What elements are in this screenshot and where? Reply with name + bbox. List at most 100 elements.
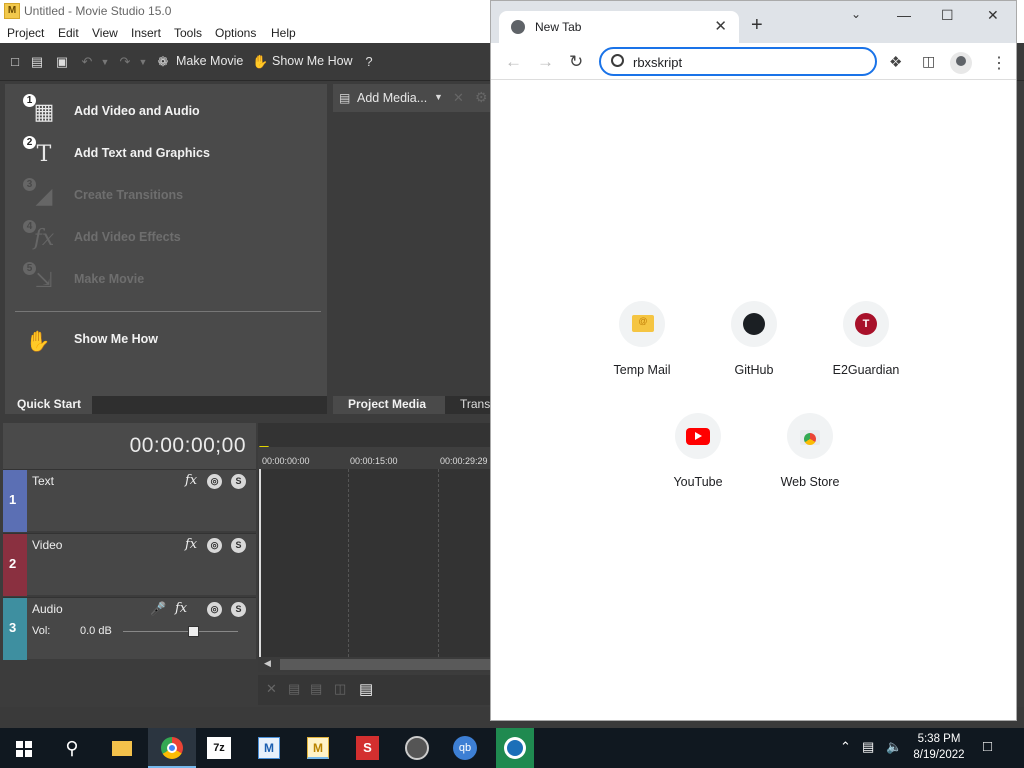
add-media-dropdown-icon[interactable]: ▼ [434,92,443,102]
close-tab-icon[interactable]: ✕ [714,17,727,35]
help-icon[interactable]: ? [362,54,376,70]
omnibox-input[interactable] [633,53,863,71]
make-movie-item[interactable]: 5 ⇲ Make Movie [23,262,323,298]
file-explorer-icon[interactable] [108,734,136,762]
tab-search-chevron-down-icon[interactable]: ⌄ [851,7,861,21]
qbittorrent-icon[interactable]: qb [453,736,477,760]
windows-start-icon[interactable] [10,734,38,762]
menu-tools[interactable]: Tools [174,26,202,40]
menu-project[interactable]: Project [7,26,44,40]
microphone-icon[interactable]: 🎤 [150,601,166,617]
maximize-icon[interactable]: ☐ [941,7,954,24]
tab-project-media[interactable]: Project Media [333,396,445,414]
redo-dropdown-icon[interactable]: ▼ [136,54,150,70]
add-media-button[interactable]: Add Media... [357,91,427,105]
extensions-puzzle-icon[interactable]: ❖ [889,53,902,71]
timeline-scrollbar[interactable]: ◀ [258,657,491,672]
menu-view[interactable]: View [92,26,118,40]
scrollbar-thumb[interactable] [280,659,491,670]
save-icon[interactable]: ▣ [55,54,69,70]
tab-quick-start[interactable]: Quick Start [5,396,92,414]
app-wave-taskbar-button[interactable] [496,728,534,768]
7zip-icon[interactable]: 7z [207,737,231,759]
chrome-window: New Tab ✕ + ⌄ — ☐ ✕ ← → ↻ ❖ ◫ ⋮ [490,0,1017,721]
volume-value: 0.0 dB [80,625,112,637]
omnibox[interactable] [599,47,877,76]
more-menu-icon[interactable]: ⋮ [991,53,1007,73]
volume-slider-track[interactable] [123,631,238,632]
new-file-icon[interactable]: □ [8,54,22,70]
menu-insert[interactable]: Insert [131,26,161,40]
track-solo-icon[interactable]: S [231,538,246,553]
movie-studio-icon[interactable]: M [307,737,329,759]
tab-new-tab[interactable]: New Tab ✕ [499,11,739,43]
profile-avatar-icon[interactable] [950,52,972,74]
add-media-icon[interactable]: ▤ [339,91,350,105]
search-icon[interactable]: ⚲ [58,734,86,762]
network-icon[interactable]: ▤ [862,739,874,755]
track-fx-icon[interactable]: fx [185,473,197,488]
make-movie-button[interactable]: Make Movie [176,54,243,68]
side-panel-icon[interactable]: ◫ [922,53,935,70]
back-arrow-icon[interactable]: ← [505,52,522,72]
trim-start-icon[interactable]: ▤ [288,681,300,697]
movie-maker-icon[interactable]: M [258,737,280,759]
track-solo-icon[interactable]: S [231,602,246,617]
track-motion-icon[interactable]: ◎ [207,474,222,489]
volume-icon[interactable]: 🔈 [886,739,902,755]
quick-start-panel: 1 ▦ Add Video and Audio 2 T Add Text and… [5,84,327,396]
minimize-icon[interactable]: — [897,7,911,23]
show-me-how-button[interactable]: Show Me How [272,54,353,68]
remove-icon[interactable]: ✕ [453,90,464,106]
clock[interactable]: 5:38 PM 8/19/2022 [909,731,969,763]
timeline-ruler[interactable]: 00:00:00:00 00:00:15:00 00:00:29:29 [258,447,491,469]
new-tab-plus-icon[interactable]: + [751,14,763,37]
split-icon[interactable]: ◫ [334,681,346,697]
track-audio[interactable]: 3 Audio 🎤 fx ◎ S Vol: 0.0 dB [3,597,256,660]
show-me-how-item[interactable]: ✋ Show Me How [23,322,323,358]
shortcut-label: YouTube [673,475,723,489]
app-pen-icon[interactable] [405,736,429,760]
make-movie-icon[interactable]: ❁ [156,54,170,70]
shortcut-github[interactable]: GitHub [709,301,799,381]
add-video-audio-item[interactable]: 1 ▦ Add Video and Audio [23,94,323,130]
envelope-icon: @ [632,315,654,332]
redo-icon[interactable]: ↷ [118,54,132,70]
undo-icon[interactable]: ↶ [80,54,94,70]
track-fx-icon[interactable]: fx [185,537,197,552]
app-s-icon[interactable]: S [356,736,379,760]
shortcut-web-store[interactable]: Web Store [765,413,855,493]
add-text-graphics-item[interactable]: 2 T Add Text and Graphics [23,136,323,172]
track-motion-icon[interactable]: ◎ [207,602,222,617]
show-me-how-hand-icon[interactable]: ✋ [252,54,268,70]
chrome-taskbar-button[interactable] [148,728,196,768]
reload-icon[interactable]: ↻ [569,52,583,72]
shortcut-youtube[interactable]: YouTube [653,413,743,493]
clock-date: 8/19/2022 [913,749,965,761]
menu-options[interactable]: Options [215,26,256,40]
notification-icon[interactable]: □ [983,738,992,755]
tab-transitions[interactable]: Transi [460,397,493,411]
track-fx-icon[interactable]: fx [175,601,187,616]
auto-ripple-icon[interactable]: ▤ [359,680,373,698]
track-solo-icon[interactable]: S [231,474,246,489]
scroll-left-icon[interactable]: ◀ [264,658,271,669]
tray-chevron-up-icon[interactable]: ⌃ [840,739,851,755]
open-folder-icon[interactable]: ▤ [30,54,44,70]
menu-edit[interactable]: Edit [58,26,79,40]
close-window-icon[interactable]: ✕ [987,7,999,24]
shortcut-temp-mail[interactable]: @ Temp Mail [597,301,687,381]
track-motion-icon[interactable]: ◎ [207,538,222,553]
shortcut-e2guardian[interactable]: T E2Guardian [821,301,911,381]
create-transitions-item[interactable]: 3 ◢ Create Transitions [23,178,323,214]
delete-icon[interactable]: ✕ [266,681,277,697]
properties-gear-icon[interactable]: ⚙ [475,89,488,106]
forward-arrow-icon[interactable]: → [537,52,554,72]
trim-end-icon[interactable]: ▤ [310,681,322,697]
track-text[interactable]: 1 Text fx ◎ S [3,469,256,532]
volume-slider-handle[interactable] [188,626,199,637]
menu-help[interactable]: Help [271,26,296,40]
track-video[interactable]: 2 Video fx ◎ S [3,533,256,596]
add-video-effects-item[interactable]: 4 fx Add Video Effects [23,220,323,256]
undo-dropdown-icon[interactable]: ▼ [98,54,112,70]
